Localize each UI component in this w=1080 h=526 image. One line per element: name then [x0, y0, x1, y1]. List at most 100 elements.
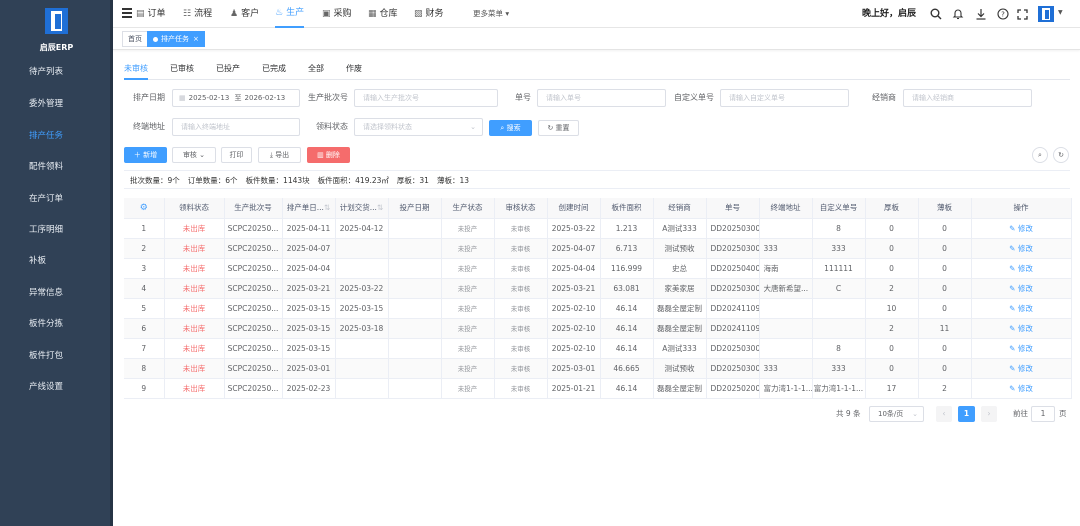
cell-operation[interactable]: ✎ 修改: [971, 298, 1072, 319]
table-row[interactable]: 5 未出库 SCPC20250... 2025-03-15 2025-03-15 未投产未…: [124, 298, 1072, 319]
sidebar-item-board-sorting[interactable]: 板件分拣: [0, 314, 113, 334]
table-row[interactable]: 7 未出库 SCPC20250... 2025-03-15 未投产 未审核 2025-02-…: [124, 338, 1072, 359]
cell-operation[interactable]: ✎ 修改: [971, 318, 1072, 339]
goto-page-input[interactable]: 1: [1031, 406, 1055, 422]
more-menu-dropdown[interactable]: 更多菜单 ▾: [473, 0, 509, 28]
sidebar-item-line-settings[interactable]: 产线设置: [0, 377, 113, 397]
cell-operation[interactable]: ✎ 修改: [971, 378, 1072, 399]
nav-item-orders[interactable]: ▤ 订单: [136, 0, 166, 28]
cell-operation[interactable]: ✎ 修改: [971, 278, 1072, 299]
avatar[interactable]: [1037, 5, 1055, 23]
help-icon[interactable]: ?: [996, 7, 1010, 21]
order-no-input[interactable]: 请输入单号: [537, 89, 666, 107]
sidebar-item-schedule-task[interactable]: 排产任务: [0, 126, 113, 146]
sidebar-item-parts-picking[interactable]: 配件领料: [0, 157, 113, 177]
nav-item-purchase[interactable]: ▣ 采购: [322, 0, 352, 28]
close-icon[interactable]: ×: [193, 35, 199, 43]
table-row[interactable]: 2 未出库 SCPC20250... 2025-04-07 未投产 未审核 2025-04-…: [124, 238, 1072, 259]
edit-link[interactable]: 修改: [1018, 364, 1033, 373]
edit-icon[interactable]: ✎: [1009, 364, 1018, 373]
table-header-sortable[interactable]: 排产单日...⇅: [282, 198, 336, 219]
tab-in-production[interactable]: 已投产: [216, 60, 240, 80]
terminal-address-input[interactable]: 请输入终端地址: [172, 118, 300, 136]
column-settings[interactable]: ⚙: [124, 198, 165, 219]
cell-operation[interactable]: ✎ 修改: [971, 218, 1072, 239]
edit-link[interactable]: 修改: [1018, 244, 1033, 253]
custom-no-input[interactable]: 请输入自定义单号: [720, 89, 849, 107]
table-row[interactable]: 6 未出库 SCPC20250... 2025-03-15 2025-03-18 未投产未…: [124, 318, 1072, 339]
table-row[interactable]: 8 未出库 SCPC20250... 2025-03-01 未投产 未审核 2025-03-…: [124, 358, 1072, 379]
edit-link[interactable]: 修改: [1018, 344, 1033, 353]
search-icon[interactable]: [929, 7, 943, 21]
sidebar-item-outsourcing[interactable]: 委外管理: [0, 94, 113, 114]
picking-status-select[interactable]: 请选择领料状态 ⌄: [354, 118, 483, 136]
sidebar-item-board-packing[interactable]: 板件打包: [0, 346, 113, 366]
export-button[interactable]: ⤓ 导出: [258, 147, 301, 163]
add-button[interactable]: ＋ 新增: [124, 147, 167, 163]
bell-icon[interactable]: [951, 7, 965, 21]
sidebar-scrollbar[interactable]: [110, 0, 113, 526]
tab-audited[interactable]: 已审核: [170, 60, 194, 80]
sidebar-item-exceptions[interactable]: 异常信息: [0, 283, 113, 303]
gear-icon[interactable]: ⚙: [140, 203, 148, 213]
nav-item-customers[interactable]: ♟ 客户: [230, 0, 259, 28]
tab-unaudited[interactable]: 未审核: [124, 60, 148, 80]
schedule-date-range-picker[interactable]: ▦ 2025-02-13 至 2026-02-13: [172, 89, 300, 107]
sort-icon[interactable]: ⇅: [377, 203, 383, 212]
table-header-sortable[interactable]: 计划交货...⇅: [335, 198, 389, 219]
edit-link[interactable]: 修改: [1018, 324, 1033, 333]
edit-icon[interactable]: ✎: [1009, 244, 1018, 253]
chevron-down-icon[interactable]: ▼: [1058, 9, 1063, 16]
table-row[interactable]: 3 未出库 SCPC20250... 2025-04-04 未投产 未审核 2025-04-…: [124, 258, 1072, 279]
tab-all[interactable]: 全部: [308, 60, 324, 80]
fullscreen-icon[interactable]: [1015, 7, 1029, 21]
hamburger-icon[interactable]: [122, 8, 132, 18]
edit-link[interactable]: 修改: [1018, 224, 1033, 233]
edit-link[interactable]: 修改: [1018, 304, 1033, 313]
prev-page-button[interactable]: ‹: [936, 406, 952, 422]
tab-completed[interactable]: 已完成: [262, 60, 286, 80]
cell-operation[interactable]: ✎ 修改: [971, 238, 1072, 259]
edit-link[interactable]: 修改: [1018, 264, 1033, 273]
cell-operation[interactable]: ✎ 修改: [971, 338, 1072, 359]
print-button[interactable]: 打印: [221, 147, 252, 163]
cell-operation[interactable]: ✎ 修改: [971, 358, 1072, 379]
tag-schedule-task[interactable]: 排产任务 ×: [147, 31, 205, 47]
dealer-input[interactable]: 请输入经销商: [903, 89, 1032, 107]
table-row[interactable]: 9 未出库 SCPC20250... 2025-02-23 未投产 未审核 2025-01-…: [124, 378, 1072, 399]
edit-icon[interactable]: ✎: [1009, 264, 1018, 273]
page-number-current[interactable]: 1: [958, 406, 975, 422]
edit-icon[interactable]: ✎: [1009, 384, 1018, 393]
edit-icon[interactable]: ✎: [1009, 304, 1018, 313]
refresh-button[interactable]: ↻: [1053, 147, 1069, 163]
toggle-search-button[interactable]: ⌕: [1032, 147, 1048, 163]
edit-icon[interactable]: ✎: [1009, 284, 1018, 293]
search-button[interactable]: ⌕ 搜索: [489, 120, 532, 136]
table-row[interactable]: 1 未出库 SCPC20250... 2025-04-11 2025-04-12 未投产未…: [124, 218, 1072, 239]
edit-link[interactable]: 修改: [1018, 284, 1033, 293]
nav-item-process[interactable]: ☷ 流程: [183, 0, 212, 28]
next-page-button[interactable]: ›: [981, 406, 997, 422]
tab-void[interactable]: 作废: [346, 60, 362, 80]
nav-item-finance[interactable]: ▧ 财务: [414, 0, 444, 28]
nav-item-production[interactable]: ♨ 生产: [275, 0, 305, 28]
reset-button[interactable]: ↻ 重置: [538, 120, 579, 136]
cell-operation[interactable]: ✎ 修改: [971, 258, 1072, 279]
page-size-select[interactable]: 10条/页 ⌄: [869, 406, 924, 422]
download-icon[interactable]: [974, 7, 988, 21]
sidebar-item-pending-list[interactable]: 待产列表: [0, 62, 113, 82]
edit-icon[interactable]: ✎: [1009, 224, 1018, 233]
audit-dropdown-button[interactable]: 审核 ⌄: [172, 147, 216, 163]
nav-item-warehouse[interactable]: ▦ 仓库: [368, 0, 398, 28]
table-row[interactable]: 4 未出库 SCPC20250... 2025-03-21 2025-03-22 未投产未…: [124, 278, 1072, 299]
sort-icon[interactable]: ⇅: [324, 203, 330, 212]
delete-button[interactable]: ▥ 删除: [307, 147, 350, 163]
sidebar-item-board-patch[interactable]: 补板: [0, 251, 113, 271]
edit-link[interactable]: 修改: [1018, 384, 1033, 393]
sidebar-item-in-production[interactable]: 在产订单: [0, 189, 113, 209]
tag-home[interactable]: 首页: [122, 31, 148, 47]
sidebar-item-process-detail[interactable]: 工序明细: [0, 220, 113, 240]
edit-icon[interactable]: ✎: [1009, 324, 1018, 333]
batch-input[interactable]: 请输入生产批次号: [354, 89, 498, 107]
edit-icon[interactable]: ✎: [1009, 344, 1018, 353]
